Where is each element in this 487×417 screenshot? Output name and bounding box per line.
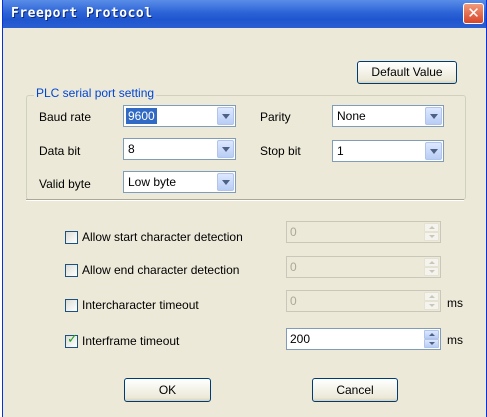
- start-character-checkbox[interactable]: [65, 231, 78, 244]
- interframe-timeout-value: 200: [290, 332, 311, 346]
- interframe-unit: ms: [447, 333, 463, 347]
- spin-down-icon[interactable]: [424, 267, 439, 276]
- default-value-button[interactable]: Default Value: [357, 61, 457, 84]
- close-icon: ✕: [467, 4, 480, 22]
- data-bit-label: Data bit: [39, 144, 81, 158]
- intercharacter-timeout-input[interactable]: 0: [286, 290, 441, 312]
- section-divider: [26, 199, 464, 201]
- data-bit-value: 8: [128, 142, 135, 156]
- chevron-down-icon[interactable]: [425, 142, 442, 160]
- spin-down-icon[interactable]: [424, 232, 439, 241]
- valid-byte-select[interactable]: Low byte: [123, 171, 236, 193]
- intercharacter-unit: ms: [447, 296, 463, 310]
- interframe-timeout-label[interactable]: Interframe timeout: [82, 334, 179, 348]
- valid-byte-value: Low byte: [128, 175, 177, 189]
- end-character-checkbox[interactable]: [65, 264, 78, 277]
- chevron-down-icon[interactable]: [217, 140, 234, 158]
- spin-up-icon[interactable]: [424, 330, 439, 339]
- close-button[interactable]: ✕: [463, 3, 484, 24]
- title-bar[interactable]: Freeport Protocol ✕: [3, 0, 486, 28]
- dialog-title: Freeport Protocol: [11, 6, 153, 21]
- baud-rate-select[interactable]: 9600: [123, 105, 236, 127]
- stop-bit-label: Stop bit: [260, 144, 301, 158]
- chevron-down-icon[interactable]: [217, 107, 234, 125]
- start-character-label[interactable]: Allow start character detection: [82, 230, 243, 244]
- parity-label: Parity: [260, 110, 291, 124]
- spin-up-icon[interactable]: [424, 258, 439, 267]
- spin-down-icon[interactable]: [424, 339, 439, 348]
- baud-rate-value: 9600: [126, 108, 157, 124]
- spin-up-icon[interactable]: [424, 223, 439, 232]
- start-character-input[interactable]: 0: [286, 221, 441, 243]
- parity-select[interactable]: None: [332, 105, 444, 127]
- stop-bit-select[interactable]: 1: [332, 140, 444, 162]
- intercharacter-timeout-checkbox[interactable]: [65, 299, 78, 312]
- valid-byte-label: Valid byte: [39, 177, 91, 191]
- interframe-timeout-checkbox[interactable]: ✓: [65, 332, 78, 348]
- data-bit-select[interactable]: 8: [123, 138, 236, 160]
- baud-rate-label: Baud rate: [39, 110, 92, 124]
- interframe-timeout-input[interactable]: 200: [286, 328, 441, 350]
- freeport-protocol-dialog: Freeport Protocol ✕ Default Value PLC se…: [2, 0, 487, 417]
- ok-button[interactable]: OK: [124, 378, 211, 402]
- stop-bit-value: 1: [337, 144, 344, 158]
- end-character-label[interactable]: Allow end character detection: [82, 263, 239, 277]
- chevron-down-icon[interactable]: [425, 107, 442, 125]
- spin-up-icon[interactable]: [424, 292, 439, 301]
- spin-down-icon[interactable]: [424, 301, 439, 310]
- parity-value: None: [337, 109, 366, 123]
- checkmark-icon: ✓: [67, 332, 78, 347]
- end-character-input[interactable]: 0: [286, 256, 441, 278]
- chevron-down-icon[interactable]: [217, 173, 234, 191]
- end-character-value: 0: [290, 260, 297, 274]
- intercharacter-timeout-label[interactable]: Intercharacter timeout: [82, 298, 199, 312]
- intercharacter-timeout-value: 0: [290, 294, 297, 308]
- group-title: PLC serial port setting: [34, 86, 157, 100]
- start-character-value: 0: [290, 225, 297, 239]
- cancel-button[interactable]: Cancel: [312, 378, 398, 402]
